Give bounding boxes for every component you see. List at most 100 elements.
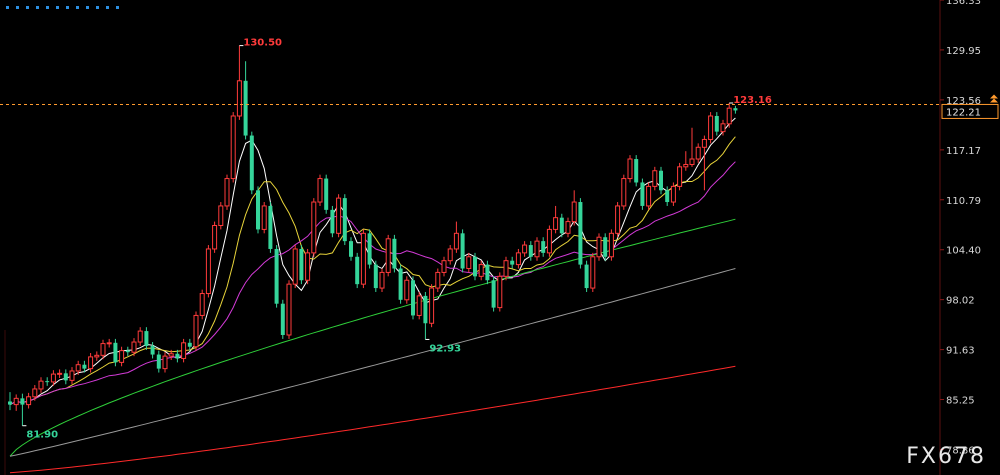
- candle-body: [181, 342, 187, 359]
- candle-body: [515, 252, 521, 266]
- brand-logo: FX678: [906, 444, 986, 469]
- annotation-label: 92.93: [429, 343, 461, 354]
- candle-body: [324, 178, 329, 210]
- candle-body: [423, 295, 428, 324]
- candle-body: [460, 233, 465, 269]
- candle-body: [473, 256, 477, 277]
- candle-body: [26, 396, 32, 406]
- candle-body: [57, 372, 63, 375]
- candle-body: [546, 228, 552, 254]
- candle-body: [627, 158, 633, 180]
- y-tick-label: 98.02: [946, 296, 975, 307]
- candle-body: [8, 401, 12, 405]
- ma60-line: [9, 218, 736, 457]
- candle-body: [621, 178, 627, 207]
- candle-body: [603, 237, 608, 257]
- candle-body: [429, 287, 435, 324]
- y-tick-label: 91.63: [946, 346, 975, 357]
- candle-body: [94, 354, 100, 358]
- candle-body: [665, 190, 670, 203]
- candle-body: [478, 264, 484, 277]
- annotation-label: 81.90: [26, 430, 58, 441]
- y-tick-label: 85.25: [946, 396, 975, 407]
- price-axis: 136.33129.95123.56117.17110.79104.4098.0…: [0, 0, 999, 475]
- candle-body: [695, 146, 701, 160]
- candle-body: [360, 232, 366, 285]
- candle-body: [683, 163, 689, 168]
- candle-body: [615, 205, 621, 234]
- arrow-up-icon: [990, 94, 998, 103]
- candle-body: [571, 201, 577, 223]
- candle-body: [299, 248, 304, 281]
- candle-body: [150, 345, 155, 355]
- candle-body: [453, 232, 459, 250]
- candle-body: [113, 342, 118, 363]
- candle-body: [720, 123, 726, 133]
- candle-body: [596, 236, 602, 258]
- y-tick-label: 104.40: [946, 246, 981, 257]
- candle-body: [82, 364, 87, 369]
- candle-body: [634, 159, 639, 183]
- ma5-line: [9, 117, 736, 406]
- chart-canvas: 136.33129.95123.56117.17110.79104.4098.0…: [0, 0, 999, 475]
- candle-body: [162, 355, 168, 370]
- candle-body: [670, 185, 676, 203]
- y-tick-label: 117.17: [946, 146, 981, 157]
- candle-body: [522, 244, 528, 254]
- candle-body: [187, 342, 192, 347]
- candle-body: [243, 80, 248, 136]
- candle-body: [447, 248, 453, 262]
- candle-body: [510, 260, 515, 265]
- moving-average-lines: [9, 117, 736, 474]
- candle-body: [193, 314, 199, 348]
- candle-body: [125, 350, 130, 353]
- y-tick-label: 129.95: [946, 46, 981, 57]
- candle-body: [156, 354, 161, 369]
- candle-body: [336, 197, 342, 234]
- candle-body: [503, 260, 509, 277]
- candle-body: [106, 342, 112, 345]
- candle-body: [330, 209, 335, 234]
- candle-body: [652, 170, 658, 187]
- candle-body: [485, 264, 490, 281]
- candle-body: [342, 198, 347, 242]
- candle-body: [541, 241, 546, 253]
- candle-body: [497, 275, 503, 309]
- candle-body: [256, 190, 260, 230]
- candle-body: [20, 398, 25, 405]
- candle-body: [608, 232, 614, 258]
- candle-body: [726, 107, 732, 125]
- candle-body: [441, 260, 447, 273]
- candle-body: [224, 178, 230, 207]
- candle-body: [218, 205, 224, 226]
- candle-body: [236, 80, 242, 117]
- candle-body: [590, 256, 596, 289]
- candle-body: [199, 293, 205, 316]
- toolbar-dots-icon[interactable]: [6, 6, 119, 9]
- candle-body: [131, 341, 137, 353]
- candle-body: [584, 264, 589, 289]
- candle-body: [534, 240, 540, 258]
- candle-body: [311, 201, 317, 254]
- ma120-line: [9, 268, 736, 457]
- ma250-line: [9, 365, 736, 474]
- candle-body: [38, 380, 44, 390]
- candle-body: [373, 264, 378, 289]
- candle-body: [317, 178, 323, 203]
- ma10-line: [9, 136, 736, 406]
- candle-body: [565, 221, 571, 234]
- candle-body: [559, 217, 564, 234]
- candle-body: [385, 238, 391, 273]
- annotation-label: 123.16: [733, 95, 772, 106]
- current-price-label: 122.21: [946, 107, 981, 118]
- candle-body: [63, 373, 68, 381]
- candle-body: [701, 138, 707, 148]
- annotation-label: 130.50: [243, 38, 282, 49]
- candle-body: [578, 202, 583, 265]
- candle-body: [646, 185, 652, 207]
- candle-body: [677, 166, 683, 187]
- y-tick-label: 110.79: [946, 196, 981, 207]
- candle-body: [466, 256, 472, 270]
- candle-body: [292, 248, 298, 285]
- candle-body: [640, 182, 645, 206]
